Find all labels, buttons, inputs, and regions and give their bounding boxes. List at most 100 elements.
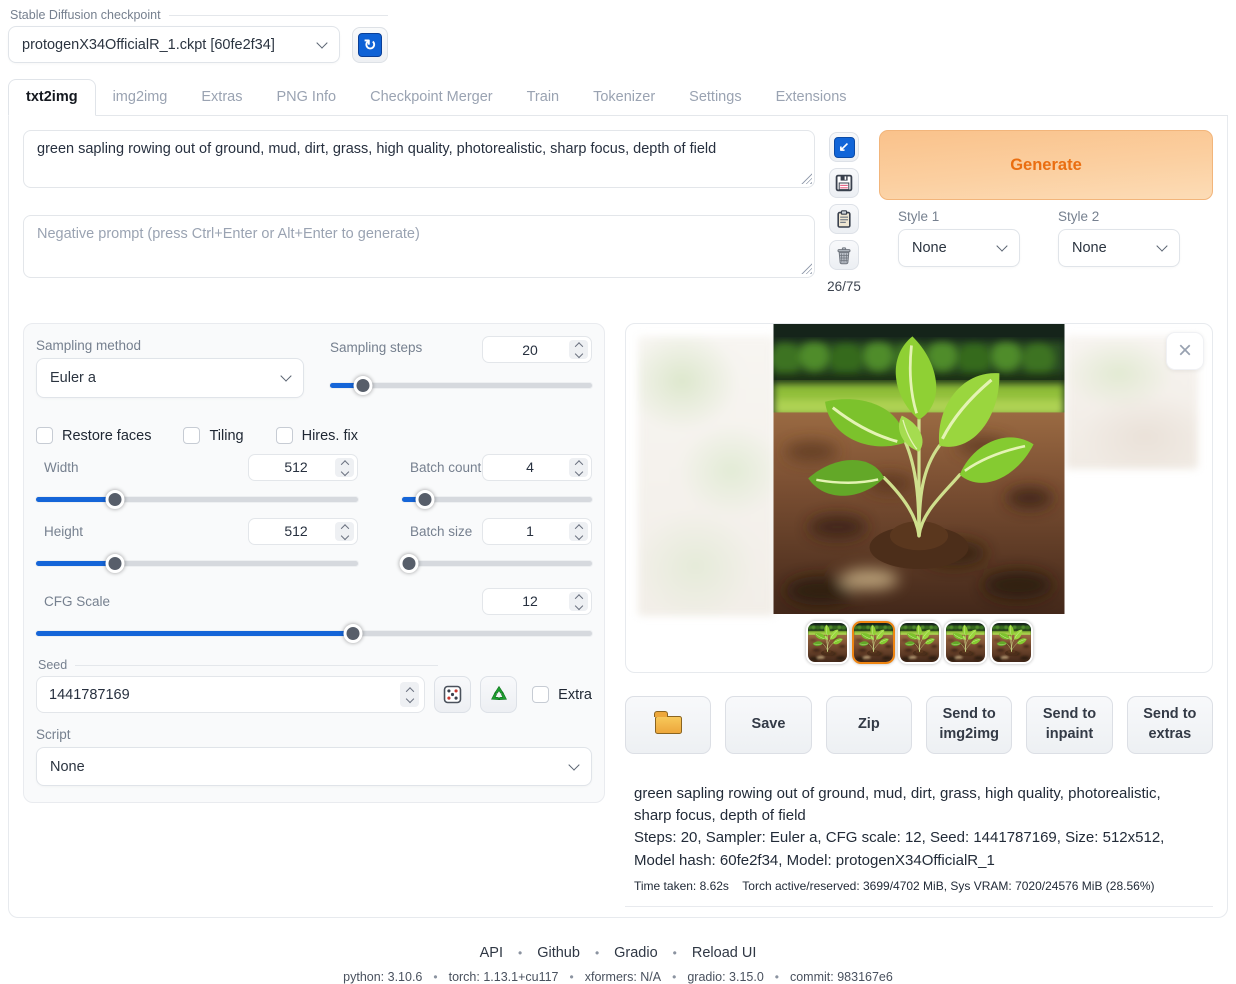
restore-faces-label: Restore faces xyxy=(62,428,151,444)
hires-fix-checkbox[interactable]: Hires. fix xyxy=(276,427,358,444)
height-slider[interactable] xyxy=(36,554,358,572)
height-input[interactable] xyxy=(248,518,358,545)
commit-hash: commit: 983167e6 xyxy=(790,970,893,984)
prompt-input[interactable]: green sapling rowing out of ground, mud,… xyxy=(23,130,815,188)
footer-link-api[interactable]: API xyxy=(480,945,503,961)
gallery-prev-image[interactable] xyxy=(638,336,775,616)
generated-image[interactable] xyxy=(774,324,1065,614)
tab-extensions[interactable]: Extensions xyxy=(759,80,864,115)
checkbox-box[interactable] xyxy=(183,427,200,444)
number-spinner[interactable] xyxy=(569,458,588,477)
spinner-down-icon[interactable] xyxy=(574,531,582,539)
spinner-down-icon[interactable] xyxy=(340,531,348,539)
sampling-steps-input[interactable] xyxy=(482,336,592,363)
footer-link-gradio[interactable]: Gradio xyxy=(614,945,658,961)
refresh-checkpoints-button[interactable]: ↻ xyxy=(352,27,388,63)
style2-select[interactable]: None xyxy=(1058,229,1180,267)
bullet-separator: • xyxy=(595,946,599,960)
checkbox-box[interactable] xyxy=(36,427,53,444)
slider-handle[interactable] xyxy=(353,376,372,395)
checkpoint-select[interactable]: protogenX34OfficialR_1.ckpt [60fe2f34] xyxy=(8,26,340,63)
save-style-button[interactable] xyxy=(829,168,859,198)
checkbox-box[interactable] xyxy=(276,427,293,444)
gallery-thumbnail[interactable] xyxy=(806,621,849,664)
header: Stable Diffusion checkpoint protogenX34O… xyxy=(0,0,1236,63)
number-spinner[interactable] xyxy=(569,592,588,611)
slider-handle[interactable] xyxy=(343,624,362,643)
tab-tokenizer[interactable]: Tokenizer xyxy=(576,80,672,115)
send-to-inpaint-button[interactable]: Send to inpaint xyxy=(1026,696,1112,754)
number-spinner[interactable] xyxy=(335,458,354,477)
tab-checkpoint-merger[interactable]: Checkpoint Merger xyxy=(353,80,510,115)
slider-handle[interactable] xyxy=(399,554,418,573)
gallery-thumbnail[interactable] xyxy=(898,621,941,664)
batch-size-input[interactable] xyxy=(482,518,592,545)
number-spinner[interactable] xyxy=(569,522,588,541)
sampling-steps-slider[interactable] xyxy=(330,376,592,394)
tab-png-info[interactable]: PNG Info xyxy=(259,80,353,115)
gallery-thumbnail[interactable] xyxy=(990,621,1033,664)
spinner-down-icon[interactable] xyxy=(340,467,348,475)
generate-button[interactable]: Generate xyxy=(879,130,1213,200)
number-spinner[interactable] xyxy=(400,682,419,707)
spinner-down-icon[interactable] xyxy=(574,601,582,609)
clear-prompt-button[interactable] xyxy=(829,240,859,270)
zip-button[interactable]: Zip xyxy=(826,696,912,754)
tab-train[interactable]: Train xyxy=(510,80,577,115)
batch-count-slider[interactable] xyxy=(402,490,592,508)
gallery-thumbnail[interactable] xyxy=(944,621,987,664)
legend-line xyxy=(169,15,388,16)
script-select[interactable]: None xyxy=(36,747,592,786)
footer-link-reload-ui[interactable]: Reload UI xyxy=(692,945,756,961)
footer: API • Github • Gradio • Reload UI python… xyxy=(0,945,1236,984)
number-spinner[interactable] xyxy=(569,340,588,359)
gallery-thumbnail-selected[interactable] xyxy=(852,621,895,664)
negative-prompt-input[interactable] xyxy=(23,215,815,278)
refresh-icon: ↻ xyxy=(358,33,382,57)
open-folder-button[interactable] xyxy=(625,696,711,754)
tiling-checkbox[interactable]: Tiling xyxy=(183,427,243,444)
tab-txt2img[interactable]: txt2img xyxy=(8,79,96,116)
seed-input[interactable] xyxy=(36,676,425,713)
width-input[interactable] xyxy=(248,454,358,481)
footer-link-github[interactable]: Github xyxy=(537,945,580,961)
style1-select[interactable]: None xyxy=(898,229,1020,267)
tab-img2img[interactable]: img2img xyxy=(96,80,185,115)
send-to-extras-button[interactable]: Send to extras xyxy=(1127,696,1213,754)
send-to-img2img-button[interactable]: Send to img2img xyxy=(926,696,1012,754)
generation-settings-panel: Sampling method Euler a Sampling steps xyxy=(23,323,605,803)
checkpoint-value: protogenX34OfficialR_1.ckpt [60fe2f34] xyxy=(22,37,275,53)
extra-seed-checkbox[interactable]: Extra xyxy=(532,686,592,703)
vram-text: Torch active/reserved: 3699/4702 MiB, Sy… xyxy=(742,879,1154,893)
slider-handle[interactable] xyxy=(105,490,124,509)
restore-faces-checkbox[interactable]: Restore faces xyxy=(36,427,151,444)
recycle-icon xyxy=(488,684,510,706)
version-info: python: 3.10.6 • torch: 1.13.1+cu117 • x… xyxy=(0,970,1236,984)
cfg-scale-slider[interactable] xyxy=(36,624,592,642)
chevron-down-icon xyxy=(1156,240,1167,251)
close-icon[interactable]: × xyxy=(1166,332,1204,370)
tab-settings[interactable]: Settings xyxy=(672,80,758,115)
height-label: Height xyxy=(36,524,83,539)
floppy-icon xyxy=(834,173,854,193)
batch-size-slider[interactable] xyxy=(402,554,592,572)
cfg-scale-input[interactable] xyxy=(482,588,592,615)
spinner-down-icon[interactable] xyxy=(574,467,582,475)
paste-arrow-icon: ↙ xyxy=(834,137,855,158)
batch-count-input[interactable] xyxy=(482,454,592,481)
random-seed-button[interactable] xyxy=(434,676,471,713)
reuse-seed-button[interactable] xyxy=(480,676,517,713)
tab-extras[interactable]: Extras xyxy=(184,80,259,115)
legend-line xyxy=(75,665,438,666)
spinner-down-icon[interactable] xyxy=(405,695,413,703)
paste-generation-params-button[interactable]: ↙ xyxy=(829,132,859,162)
number-spinner[interactable] xyxy=(335,522,354,541)
checkbox-box[interactable] xyxy=(532,686,549,703)
width-slider[interactable] xyxy=(36,490,358,508)
slider-handle[interactable] xyxy=(105,554,124,573)
spinner-down-icon[interactable] xyxy=(574,350,582,358)
apply-style-button[interactable] xyxy=(829,204,859,234)
save-button[interactable]: Save xyxy=(725,696,811,754)
slider-handle[interactable] xyxy=(415,490,434,509)
sampling-method-select[interactable]: Euler a xyxy=(36,358,304,398)
